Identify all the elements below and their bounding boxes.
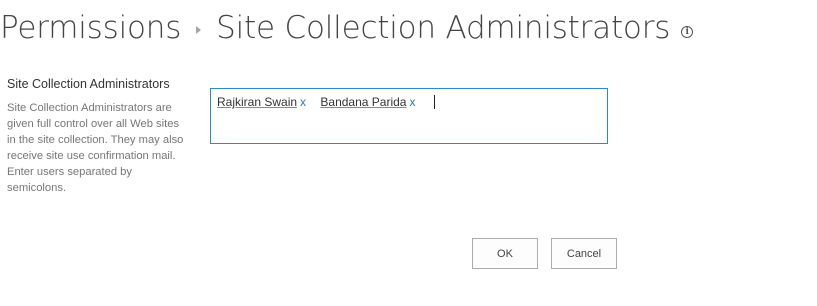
breadcrumb-separator-icon (196, 26, 202, 34)
person-entry: Bandana Parida x (320, 95, 429, 109)
people-picker-input[interactable]: Rajkiran Swain x Bandana Parida x (210, 88, 608, 144)
ok-button[interactable]: OK (472, 238, 538, 269)
section-description: Site Collection Administrators are given… (7, 102, 184, 194)
info-circle-icon[interactable]: i (681, 26, 694, 38)
cancel-button[interactable]: Cancel (551, 238, 617, 269)
person-name[interactable]: Bandana Parida (320, 95, 406, 109)
section-heading: Site Collection Administrators (7, 77, 170, 91)
breadcrumb-current: Site Collection Administrators (216, 10, 671, 46)
page-title: Permissions Site Collection Administrato… (0, 6, 694, 50)
remove-person-icon[interactable]: x (409, 95, 415, 109)
person-name[interactable]: Rajkiran Swain (217, 95, 297, 109)
breadcrumb-parent[interactable]: Permissions (0, 10, 181, 46)
person-entry: Rajkiran Swain x (217, 95, 320, 109)
remove-person-icon[interactable]: x (300, 95, 306, 109)
text-caret (433, 95, 435, 109)
